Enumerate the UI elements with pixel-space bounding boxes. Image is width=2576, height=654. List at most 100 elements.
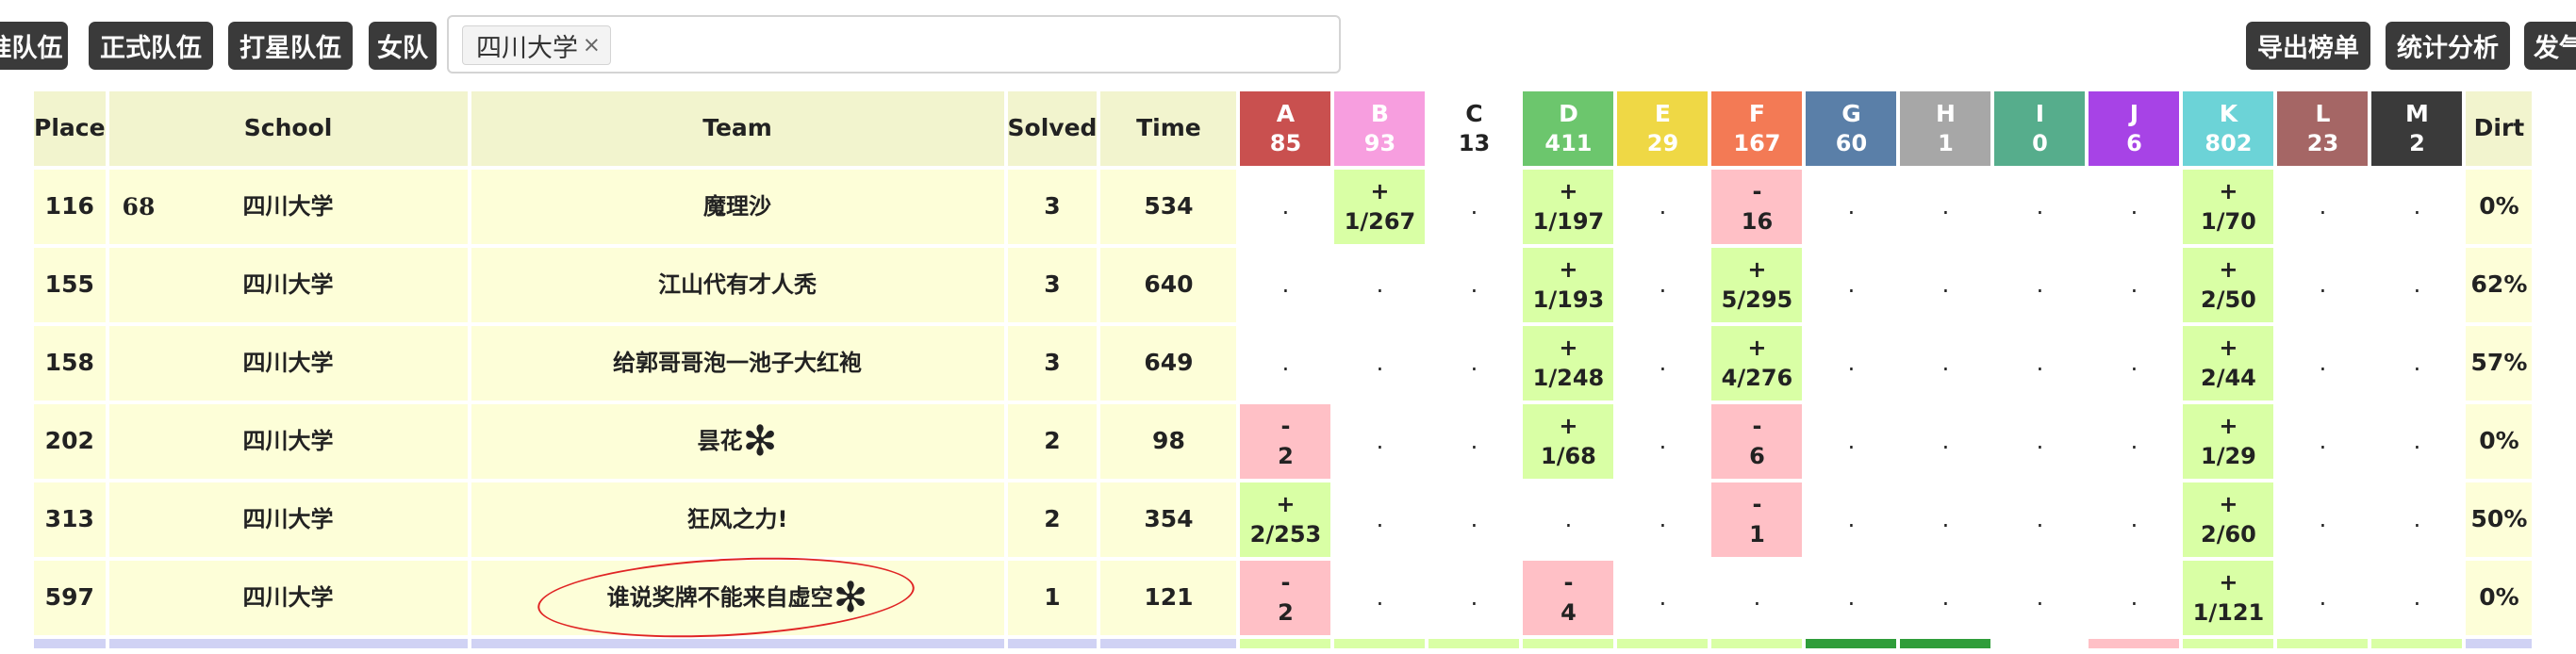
filter-button-girls-teams[interactable]: 女队 [369,22,437,70]
problem-cell-empty[interactable]: . [1994,170,2086,244]
problem-cell-empty[interactable]: . [1900,482,1991,557]
problem-cell-empty[interactable]: . [1806,326,1897,401]
table-row[interactable]: 313 四川大学 狂风之力! 2 354 +2/253.... -1.... +2/60.. 5… [34,482,2533,557]
problem-cell-empty[interactable]: . [1806,248,1897,322]
header-problem-c[interactable]: C 13 [1428,91,1520,166]
problem-cell-empty[interactable]: . [1994,248,2086,322]
problem-cell-empty[interactable]: . [2277,170,2369,244]
header-solved[interactable]: Solved [1007,91,1098,166]
header-problem-a[interactable]: A 85 [1240,91,1331,166]
problem-cell-empty[interactable]: . [1428,170,1520,244]
problem-cell-empty[interactable]: . [1617,248,1709,322]
problem-cell-empty[interactable]: . [1617,482,1709,557]
problem-cell-accepted[interactable]: +4/276 [1711,326,1803,401]
problem-cell-empty[interactable]: . [1240,248,1331,322]
problem-cell-empty[interactable]: . [2371,482,2463,557]
problem-cell-empty[interactable]: . [2089,482,2180,557]
problem-cell-empty[interactable]: . [1428,326,1520,401]
statistics-button[interactable]: 统计分析 [2386,22,2510,70]
problem-cell-empty[interactable]: . [1334,561,1426,635]
problem-cell-accepted[interactable]: +1/197 [1523,170,1614,244]
problem-cell-empty[interactable]: . [1806,170,1897,244]
problem-cell-empty[interactable]: . [1334,482,1426,557]
problem-cell-accepted[interactable]: +1/193 [1523,248,1614,322]
problem-cell-empty[interactable]: . [2277,248,2369,322]
header-problem-l[interactable]: L 23 [2277,91,2369,166]
problem-cell-empty[interactable]: . [1900,561,1991,635]
problem-cell-empty[interactable]: . [1711,561,1803,635]
problem-cell-empty[interactable]: . [1900,248,1991,322]
problem-cell-accepted[interactable]: +2/44 [2183,326,2274,401]
header-problem-e[interactable]: E 29 [1617,91,1709,166]
header-dirt[interactable]: Dirt [2466,91,2533,166]
problem-cell-empty[interactable]: . [1428,404,1520,479]
filter-button-official-teams[interactable]: 正式队伍 [89,22,213,70]
problem-cell-empty[interactable]: . [1806,482,1897,557]
problem-cell-empty[interactable]: . [2277,404,2369,479]
problem-cell-empty[interactable]: . [1900,404,1991,479]
problem-cell-empty[interactable]: . [2089,326,2180,401]
header-problem-i[interactable]: I0 [1994,91,2086,166]
problem-cell-empty[interactable]: . [2371,326,2463,401]
problem-cell-empty[interactable]: . [2089,248,2180,322]
table-row[interactable]: 158 四川大学 给郭哥哥泡一池子大红袍 3 649... +1/248. +4/276..… [34,326,2533,401]
problem-cell-accepted[interactable]: +1/248 [1523,326,1614,401]
header-problem-k[interactable]: K 802 [2183,91,2274,166]
header-problem-d[interactable]: D 411 [1523,91,1614,166]
problem-cell-empty[interactable]: . [2371,248,2463,322]
header-problem-h[interactable]: H1 [1900,91,1991,166]
problem-cell-empty[interactable]: . [2277,482,2369,557]
problem-cell-empty[interactable]: . [1334,404,1426,479]
problem-cell-empty[interactable]: . [2089,561,2180,635]
problem-cell-empty[interactable]: . [1617,404,1709,479]
problem-cell-empty[interactable]: . [1334,248,1426,322]
problem-cell-empty[interactable]: . [1617,561,1709,635]
problem-cell-empty[interactable]: . [1617,326,1709,401]
problem-cell-accepted[interactable]: +2/253 [1240,482,1331,557]
header-problem-b[interactable]: B 93 [1334,91,1426,166]
table-row[interactable]: 202 四川大学 昙花✻ 2 98-2.. +1/68. -6.... +1/29.. 0% [34,404,2533,479]
problem-cell-empty[interactable]: . [2277,561,2369,635]
header-time[interactable]: Time [1100,91,1237,166]
problem-cell-empty[interactable]: . [2089,170,2180,244]
problem-cell-empty[interactable]: . [1428,248,1520,322]
close-icon[interactable]: × [583,33,601,57]
problem-cell-rejected[interactable]: -4 [1523,561,1614,635]
problem-cell-empty[interactable]: . [2371,561,2463,635]
problem-cell-accepted[interactable]: +1/267 [1334,170,1426,244]
problem-cell-empty[interactable]: . [2371,404,2463,479]
problem-cell-empty[interactable]: . [1428,561,1520,635]
problem-cell-empty[interactable]: . [2371,170,2463,244]
problem-cell-accepted[interactable]: +1/29 [2183,404,2274,479]
problem-cell-accepted[interactable]: +1/70 [2183,170,2274,244]
header-place[interactable]: Place [34,91,106,166]
school-filter-input[interactable]: 四川大学 × [447,15,1341,74]
problem-cell-accepted[interactable]: +2/60 [2183,482,2274,557]
balloon-button[interactable]: 发气球 [2524,22,2576,70]
header-problem-g[interactable]: G 60 [1806,91,1897,166]
header-team[interactable]: Team [471,91,1004,166]
header-school[interactable]: School [108,91,468,166]
problem-cell-accepted[interactable]: +1/68 [1523,404,1614,479]
problem-cell-accepted[interactable]: +1/121 [2183,561,2274,635]
header-problem-f[interactable]: F 167 [1711,91,1803,166]
problem-cell-empty[interactable]: . [1240,326,1331,401]
problem-cell-empty[interactable]: . [1900,170,1991,244]
filter-button-star-teams[interactable]: 打星队伍 [228,22,353,70]
problem-cell-empty[interactable]: . [2089,404,2180,479]
problem-cell-rejected[interactable]: -2 [1240,561,1331,635]
header-problem-m[interactable]: M2 [2371,91,2463,166]
problem-cell-rejected[interactable]: -16 [1711,170,1803,244]
filter-button-candidate-teams[interactable]: 准队伍 [0,22,68,70]
problem-cell-rejected[interactable]: -2 [1240,404,1331,479]
problem-cell-accepted[interactable]: +5/295 [1711,248,1803,322]
problem-cell-empty[interactable]: . [1900,326,1991,401]
problem-cell-rejected[interactable]: -6 [1711,404,1803,479]
problem-cell-empty[interactable]: . [1334,326,1426,401]
problem-cell-empty[interactable]: . [1994,326,2086,401]
header-problem-j[interactable]: J6 [2089,91,2180,166]
table-row[interactable]: 597 四川大学 谁说奖牌不能来自虚空✻ 1 121-2.. -4...... +1/121… [34,561,2533,635]
problem-cell-empty[interactable]: . [1523,482,1614,557]
export-ranking-button[interactable]: 导出榜单 [2246,22,2370,70]
table-row[interactable]: 116 68 四川大学 魔理沙 3 534. +1/267. +1/197. -16.... +1… [34,170,2533,244]
